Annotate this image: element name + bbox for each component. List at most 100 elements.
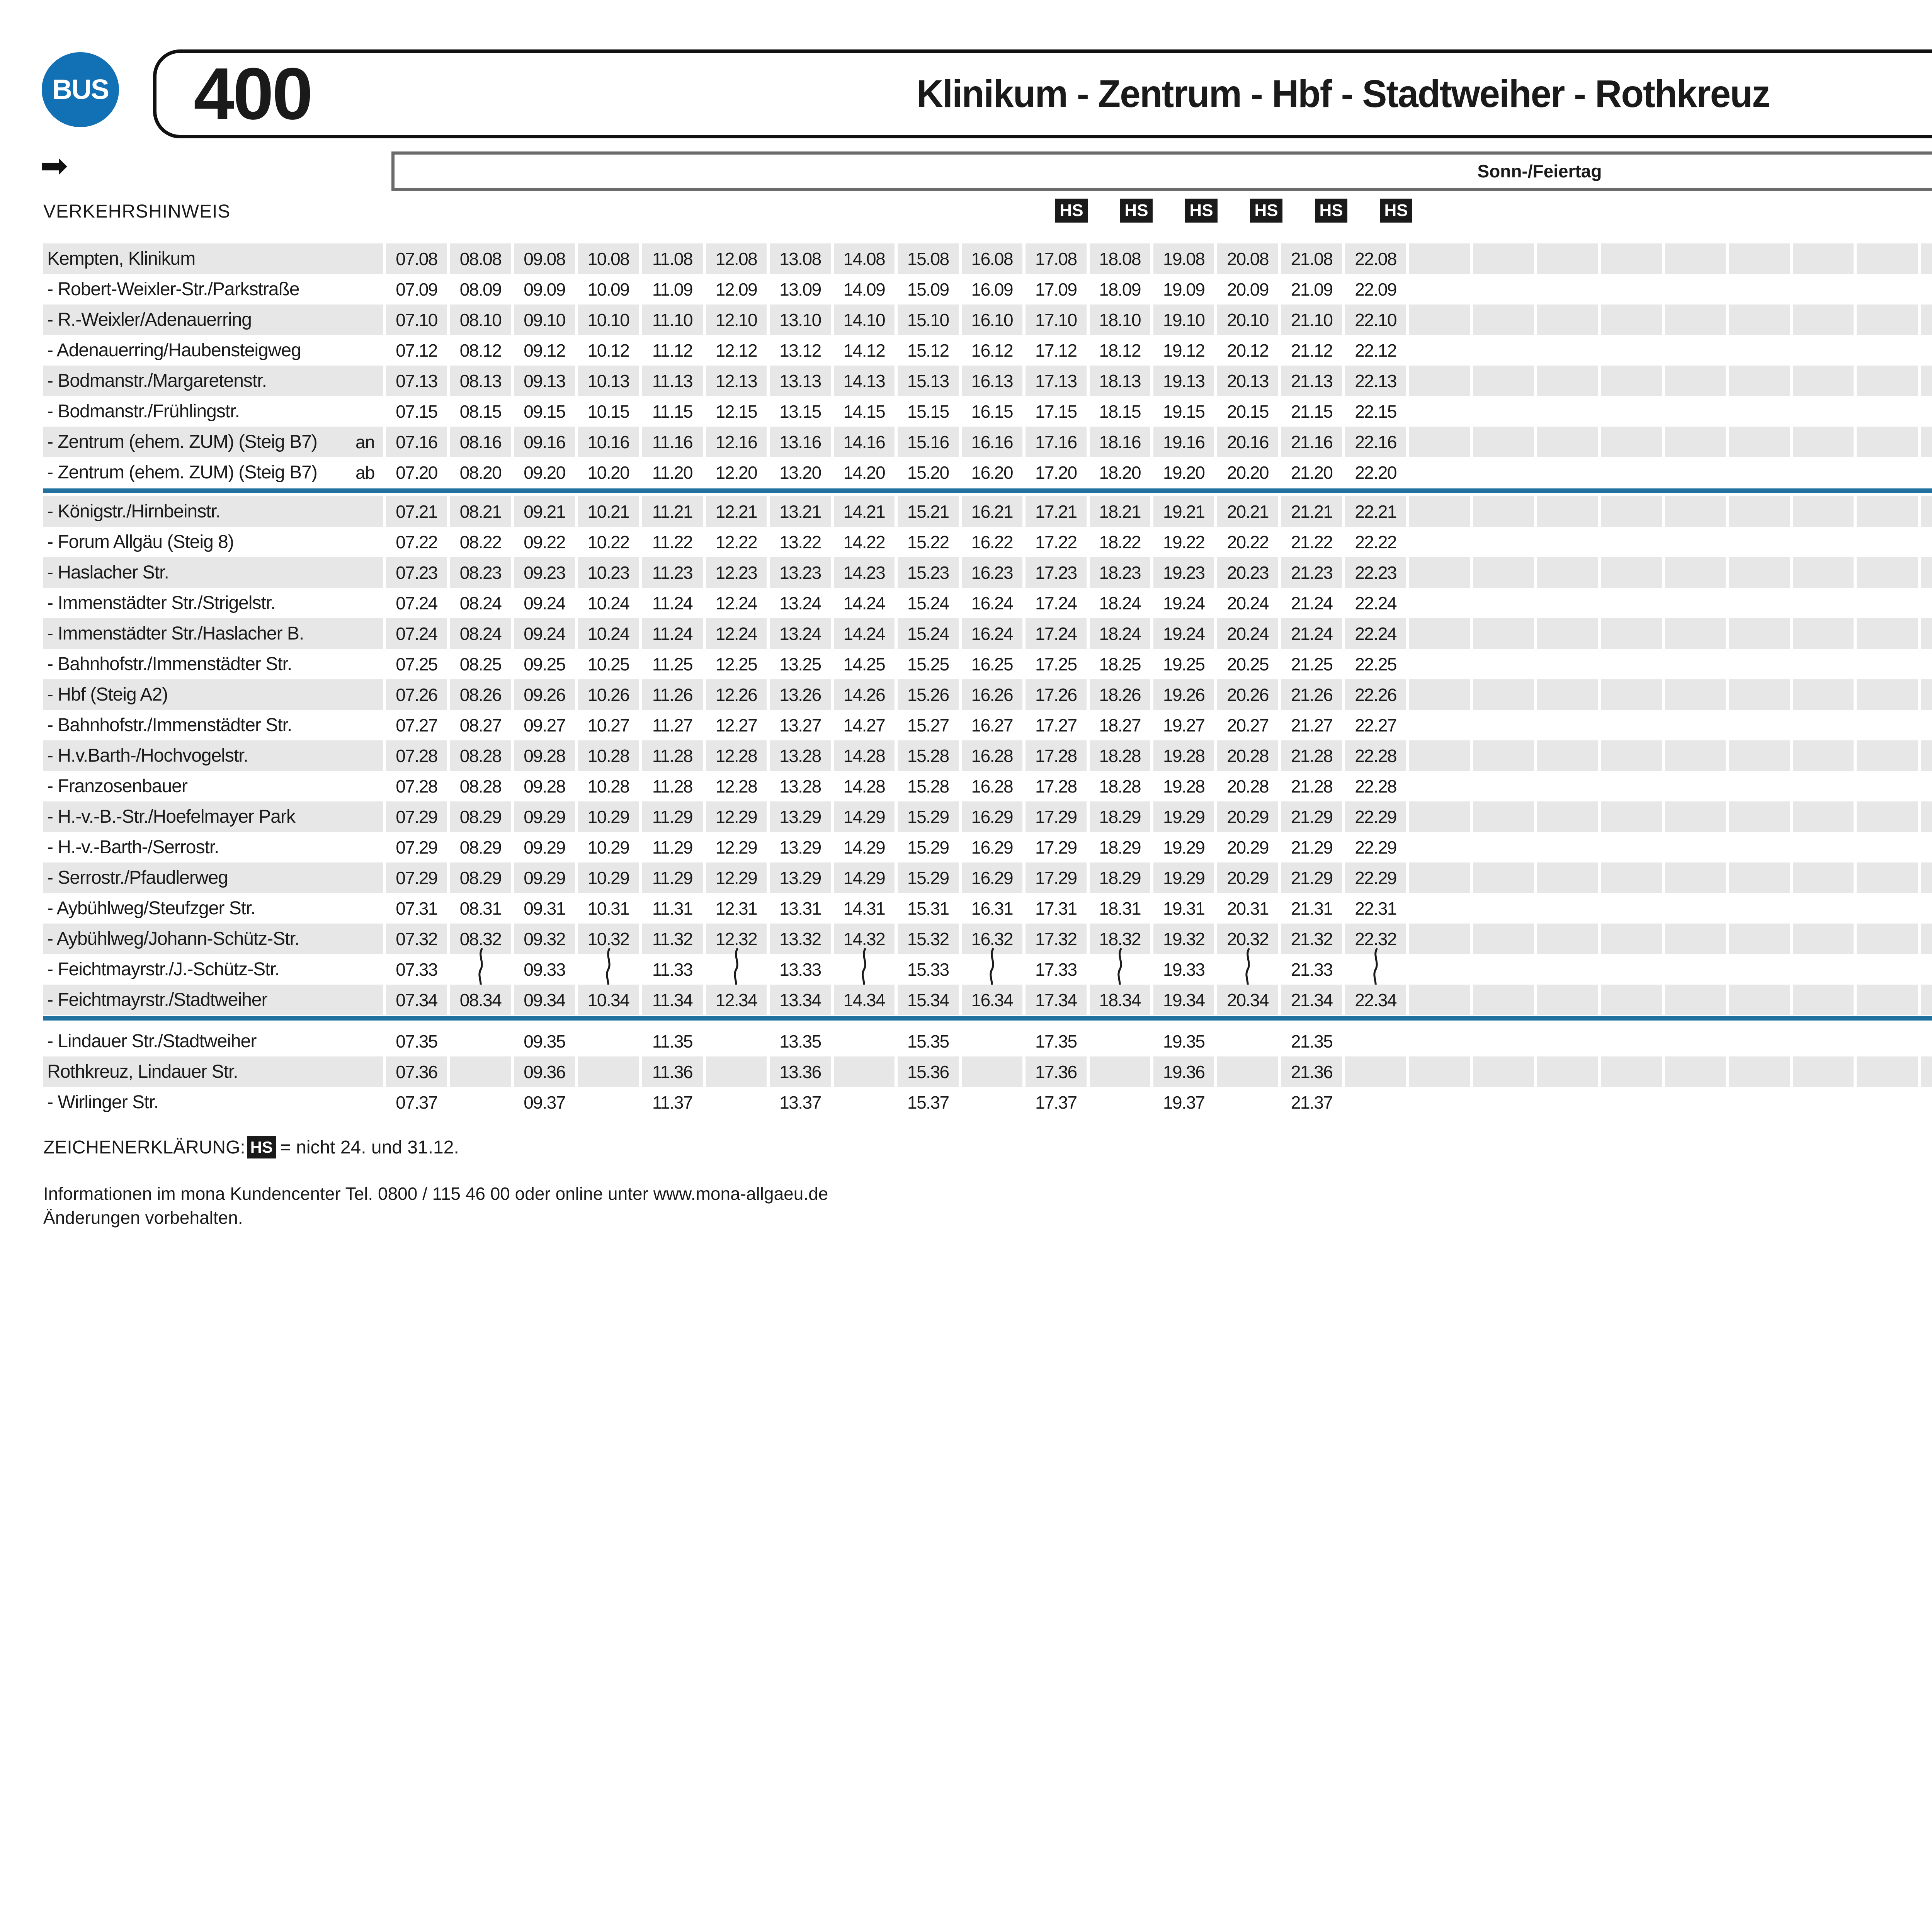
- stop-name-cell: - H.v.Barth-/Hochvogelstr.: [43, 740, 383, 771]
- legend-text: = nicht 24. und 31.12.: [280, 1137, 459, 1158]
- time-cell: 08.22: [450, 527, 511, 557]
- time-cell: [1665, 366, 1726, 396]
- time-cell: 12.12: [706, 335, 767, 366]
- time-cell: 10.28: [578, 771, 639, 801]
- stop-row: - Serrostr./Pfaudlerweg07.2908.2909.2910…: [43, 862, 1932, 893]
- time-cell: [1601, 893, 1662, 924]
- time-cell: 19.25: [1153, 649, 1214, 679]
- time-cell: [1793, 427, 1854, 457]
- time-cell: [1409, 893, 1470, 924]
- time-cell: 12.29: [706, 862, 767, 893]
- time-cell: 19.09: [1153, 274, 1214, 304]
- time-cell: 18.12: [1090, 335, 1150, 366]
- time-cell: [1473, 588, 1534, 618]
- stop-row: - Forum Allgäu (Steig 8)07.2208.2209.221…: [43, 527, 1932, 557]
- time-cell: 18.13: [1090, 366, 1150, 396]
- time-cell: [706, 1026, 767, 1056]
- time-cell: [1665, 954, 1726, 985]
- time-cell: 11.24: [642, 618, 702, 649]
- time-cell: 11.13: [642, 366, 702, 396]
- time-cell: [1921, 740, 1932, 771]
- time-cell: [962, 954, 1022, 985]
- time-cell: [578, 1087, 639, 1118]
- time-cell: 16.28: [962, 740, 1022, 771]
- time-cell: 11.31: [642, 893, 702, 924]
- time-cell: [1473, 527, 1534, 557]
- time-cell: [1409, 396, 1470, 427]
- time-cell: [1857, 618, 1917, 649]
- time-cell: [1793, 396, 1854, 427]
- stop-row: - Feichtmayrstr./J.-Schütz-Str.07.3309.3…: [43, 954, 1932, 985]
- stop-name-cell: - Haslacher Str.: [43, 557, 383, 588]
- time-cell: 15.23: [898, 557, 958, 588]
- stop-name: - Adenauerring/Haubensteigweg: [47, 340, 374, 361]
- time-cell: 09.33: [514, 954, 575, 985]
- line-header-box: 400 Klinikum - Zentrum - Hbf - Stadtweih…: [153, 49, 1932, 138]
- time-cell: [1473, 832, 1534, 862]
- time-cell: 08.29: [450, 832, 511, 862]
- time-cell: [1857, 832, 1917, 862]
- stop-name-cell: Kempten, Klinikum: [43, 243, 383, 274]
- time-cell: [1793, 740, 1854, 771]
- time-cell: 22.25: [1345, 649, 1406, 679]
- time-cell: [1665, 801, 1726, 832]
- time-cell: 13.21: [770, 496, 830, 527]
- time-cell: 16.09: [962, 274, 1022, 304]
- time-cell: 17.28: [1026, 740, 1086, 771]
- time-cell: 17.09: [1026, 274, 1086, 304]
- stop-name-cell: - Immenstädter Str./Haslacher B.: [43, 618, 383, 649]
- time-cell: 09.28: [514, 771, 575, 801]
- time-cell: 21.32: [1281, 924, 1342, 954]
- time-cell: 21.37: [1281, 1087, 1342, 1118]
- time-cell: [450, 1087, 511, 1118]
- time-cell: 19.28: [1153, 740, 1214, 771]
- time-cell: [450, 954, 511, 985]
- time-cell: 16.08: [962, 243, 1022, 274]
- time-cell: [1537, 1056, 1598, 1087]
- time-cell: 15.33: [898, 954, 958, 985]
- time-cell: 22.28: [1345, 771, 1406, 801]
- time-cell: [1537, 954, 1598, 985]
- time-cell: 13.13: [770, 366, 830, 396]
- time-cell: [1921, 710, 1932, 740]
- time-cell: 13.35: [770, 1026, 830, 1056]
- time-cell: 11.16: [642, 427, 702, 457]
- time-cell: [1665, 924, 1726, 954]
- stop-name-cell: - Bodmanstr./Margaretenstr.: [43, 366, 383, 396]
- time-cell: [1921, 832, 1932, 862]
- time-cell: 16.15: [962, 396, 1022, 427]
- time-cell: [1409, 679, 1470, 710]
- time-cell: 17.25: [1026, 649, 1086, 679]
- time-cell: [1665, 588, 1726, 618]
- time-cell: 17.31: [1026, 893, 1086, 924]
- time-cell: 20.34: [1217, 985, 1278, 1015]
- time-cell: [1537, 1087, 1598, 1118]
- time-cell: [1409, 924, 1470, 954]
- time-cell: 10.29: [578, 862, 639, 893]
- time-cell: 12.13: [706, 366, 767, 396]
- time-cell: 15.24: [898, 618, 958, 649]
- time-cell: [1537, 1026, 1598, 1056]
- time-cell: 09.26: [514, 679, 575, 710]
- time-cell: 14.27: [834, 710, 895, 740]
- time-cell: 07.29: [386, 832, 447, 862]
- section-separator: [43, 1016, 1932, 1021]
- stop-row: - Hbf (Steig A2)07.2608.2609.2610.2611.2…: [43, 679, 1932, 710]
- time-cell: 21.29: [1281, 832, 1342, 862]
- stop-name: - Feichtmayrstr./J.-Schütz-Str.: [47, 959, 374, 980]
- time-cell: 16.24: [962, 588, 1022, 618]
- time-cell: 15.29: [898, 862, 958, 893]
- time-cell: 10.15: [578, 396, 639, 427]
- stop-row: - Immenstädter Str./Strigelstr.07.2408.2…: [43, 588, 1932, 618]
- time-cell: 17.08: [1026, 243, 1086, 274]
- time-cell: 17.27: [1026, 710, 1086, 740]
- time-cell: [1793, 954, 1854, 985]
- time-cell: 14.28: [834, 740, 895, 771]
- time-cell: 16.29: [962, 832, 1022, 862]
- time-cell: 22.10: [1345, 304, 1406, 335]
- time-cell: [1729, 1087, 1789, 1118]
- time-cell: 17.24: [1026, 588, 1086, 618]
- time-cell: [1665, 618, 1726, 649]
- hs-legend-chip: HS: [247, 1136, 276, 1158]
- time-cell: 11.12: [642, 335, 702, 366]
